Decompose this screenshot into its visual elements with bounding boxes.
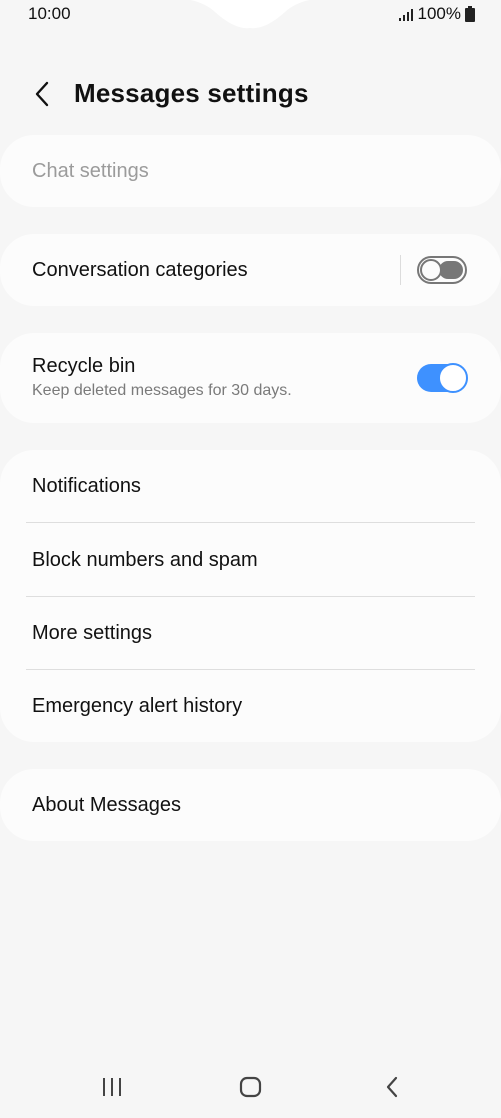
about-messages-item[interactable]: About Messages bbox=[0, 769, 501, 841]
status-time: 10:00 bbox=[28, 4, 71, 23]
conversation-categories-card: Conversation categories bbox=[0, 234, 501, 306]
emergency-alert-history-label: Emergency alert history bbox=[32, 694, 243, 717]
block-numbers-item[interactable]: Block numbers and spam bbox=[0, 523, 501, 597]
status-bar: 10:00 100% bbox=[0, 0, 501, 30]
signal-icon bbox=[398, 7, 414, 21]
settings-group-card: Notifications Block numbers and spam Mor… bbox=[0, 450, 501, 742]
more-settings-item[interactable]: More settings bbox=[0, 597, 501, 670]
conversation-categories-label: Conversation categories bbox=[32, 258, 248, 281]
page-title: Messages settings bbox=[74, 78, 309, 108]
toggle-track bbox=[439, 261, 463, 279]
app-header: Messages settings bbox=[0, 70, 501, 118]
recycle-bin-toggle[interactable] bbox=[417, 363, 468, 393]
vertical-divider bbox=[400, 255, 401, 285]
notifications-item[interactable]: Notifications bbox=[0, 450, 501, 523]
chat-settings-item[interactable]: Chat settings bbox=[0, 135, 501, 207]
block-numbers-label: Block numbers and spam bbox=[32, 548, 258, 571]
battery-percentage: 100% bbox=[417, 4, 461, 23]
more-settings-label: More settings bbox=[32, 622, 153, 644]
chevron-left-icon bbox=[35, 81, 49, 107]
chat-settings-card: Chat settings bbox=[0, 135, 501, 207]
recycle-bin-subtitle: Keep deleted messages for 30 days. bbox=[32, 382, 292, 399]
recents-button[interactable] bbox=[94, 1072, 130, 1102]
conversation-categories-item[interactable]: Conversation categories bbox=[0, 234, 501, 306]
chat-settings-label: Chat settings bbox=[32, 159, 149, 182]
battery-icon bbox=[465, 6, 475, 22]
toggle-knob bbox=[420, 259, 442, 281]
about-messages-label: About Messages bbox=[32, 793, 181, 816]
back-icon bbox=[386, 1076, 398, 1098]
recycle-bin-card: Recycle bin Keep deleted messages for 30… bbox=[0, 333, 501, 423]
nav-back-button[interactable] bbox=[374, 1072, 410, 1102]
conversation-categories-toggle[interactable] bbox=[417, 256, 467, 284]
home-button[interactable] bbox=[233, 1072, 269, 1102]
camera-notch bbox=[190, 0, 310, 29]
emergency-alert-history-item[interactable]: Emergency alert history bbox=[0, 670, 501, 742]
about-card: About Messages bbox=[0, 769, 501, 841]
messages-settings-screen: 10:00 100% Messages settings Chat settin… bbox=[0, 0, 501, 1118]
status-indicators: 100% bbox=[398, 4, 475, 24]
recents-icon bbox=[103, 1078, 121, 1096]
back-button[interactable] bbox=[26, 78, 58, 110]
home-icon bbox=[239, 1076, 262, 1098]
recycle-bin-item[interactable]: Recycle bin Keep deleted messages for 30… bbox=[0, 333, 501, 423]
toggle-knob bbox=[438, 363, 468, 393]
recycle-bin-label: Recycle bin bbox=[32, 355, 136, 377]
navigation-bar bbox=[0, 1058, 501, 1118]
notifications-label: Notifications bbox=[32, 475, 141, 497]
